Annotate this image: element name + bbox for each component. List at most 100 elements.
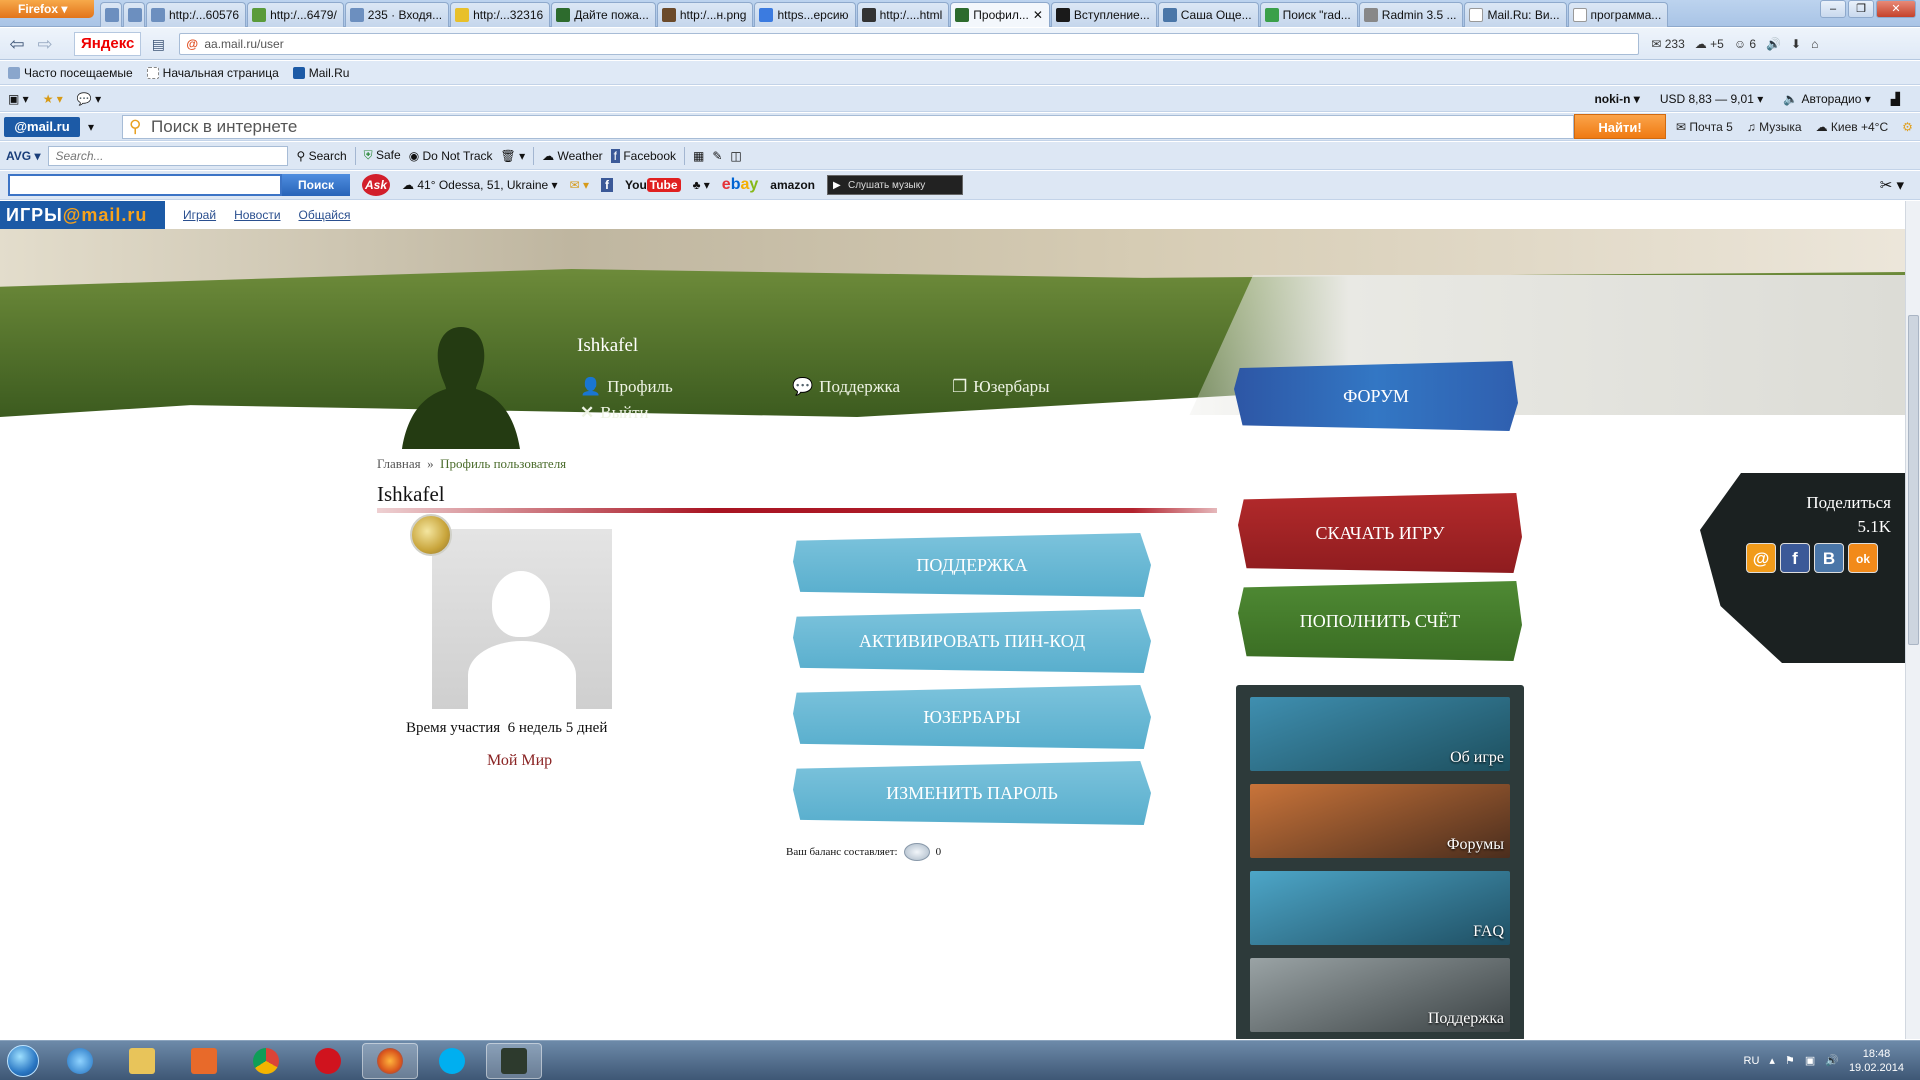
taskbar-skype[interactable] xyxy=(424,1043,480,1079)
settings-icon[interactable]: ⚙ xyxy=(1902,120,1913,134)
browser-tab[interactable]: Дайте пожа... xyxy=(551,2,656,27)
find-button[interactable]: Найти! xyxy=(1574,114,1667,139)
user-widget[interactable]: noki-n ▾ xyxy=(1594,92,1639,106)
clock[interactable]: 18:48 19.02.2014 xyxy=(1849,1047,1904,1075)
faq-card[interactable]: FAQ xyxy=(1250,871,1510,945)
url-bar[interactable]: aa.mail.ru/user xyxy=(179,32,1640,55)
browser-tab[interactable]: Вступление... xyxy=(1050,2,1157,27)
amazon-button[interactable]: amazon xyxy=(770,178,815,192)
odnoklassniki-share-icon[interactable]: ok xyxy=(1848,543,1878,573)
browser-tab[interactable] xyxy=(123,2,145,27)
mailru-menu-arrow[interactable]: ▾ xyxy=(88,120,94,134)
browser-tab[interactable]: Саша Още... xyxy=(1157,2,1259,27)
browser-tab[interactable]: Поиск "rad... xyxy=(1259,2,1358,27)
language-indicator[interactable]: RU xyxy=(1744,1055,1760,1067)
tray-arrow-icon[interactable]: ▴ xyxy=(1769,1054,1775,1067)
close-window-icon[interactable]: ✕ xyxy=(1876,0,1916,18)
avg-search-button[interactable]: ⚲ Search xyxy=(296,149,346,163)
support-card[interactable]: Поддержка xyxy=(1250,958,1510,1032)
mailru-share-icon[interactable]: @ xyxy=(1746,543,1776,573)
flag-icon[interactable]: ⚑ xyxy=(1785,1054,1795,1067)
music-player[interactable]: Слушать музыку xyxy=(826,175,963,196)
star-icon[interactable]: ★ ▾ xyxy=(43,92,63,106)
notepad-icon[interactable]: ✎ xyxy=(712,149,722,163)
back-arrow-icon[interactable]: ⇦ xyxy=(6,33,28,55)
support-button[interactable]: ПОДДЕРЖКА xyxy=(793,533,1151,597)
browser-tab[interactable]: https...ерсию xyxy=(754,2,856,27)
forums-card[interactable]: Форумы xyxy=(1250,784,1510,858)
bookmark-list-icon[interactable]: ▤ xyxy=(147,33,169,55)
games-icon[interactable]: ♣ ▾ xyxy=(693,178,710,192)
userbars-button[interactable]: ЮЗЕРБАРЫ xyxy=(793,685,1151,749)
forum-button[interactable]: ФОРУМ xyxy=(1234,361,1518,431)
browser-tab[interactable]: Mail.Ru: Ви... xyxy=(1464,2,1567,27)
profile-link[interactable]: 👤 Профиль xyxy=(580,377,673,397)
bookmark-item[interactable]: Начальная страница xyxy=(146,66,279,80)
browser-tab[interactable]: программа... xyxy=(1567,2,1669,27)
yandex-button[interactable]: Яндекс xyxy=(74,31,142,56)
breadcrumb-home[interactable]: Главная xyxy=(377,456,421,471)
start-button[interactable] xyxy=(0,1041,46,1080)
games-mailru-logo[interactable]: ИГРЫ@mail.ru xyxy=(0,201,165,229)
calculator-icon[interactable]: ▦ xyxy=(693,149,704,163)
forward-arrow-icon[interactable]: ⇨ xyxy=(34,33,56,55)
browser-tab[interactable]: Radmin 3.5 ... xyxy=(1358,2,1464,27)
mailru-logo[interactable]: @mail.ru xyxy=(4,116,80,137)
weather-widget[interactable]: ☁ Киев +4°C xyxy=(1816,120,1889,134)
tab-close-icon[interactable]: ✕ xyxy=(1033,3,1043,27)
firefox-menu-button[interactable]: Firefox ▾ xyxy=(0,0,94,18)
facebook-share-icon[interactable]: f xyxy=(1780,543,1810,573)
topup-button[interactable]: ПОПОЛНИТЬ СЧЁТ xyxy=(1238,581,1522,661)
ebay-button[interactable]: ebay xyxy=(722,176,759,194)
mail-widget[interactable]: ✉ Почта 5 xyxy=(1676,120,1733,134)
bookmark-item[interactable]: Часто посещаемые xyxy=(8,66,133,80)
taskbar-firefox[interactable] xyxy=(362,1042,418,1079)
do-not-track-button[interactable]: ◉ Do Not Track xyxy=(409,149,493,163)
taskbar-media-player[interactable] xyxy=(176,1043,232,1079)
taskbar-ie[interactable] xyxy=(52,1043,108,1079)
minimize-icon[interactable]: – xyxy=(1820,0,1846,18)
browser-tab[interactable]: http:/...60576 xyxy=(146,2,247,27)
browser-tab-active[interactable]: Профил... ✕ xyxy=(950,2,1050,27)
screenshot-icon[interactable]: ◫ xyxy=(730,149,741,163)
facebook-button[interactable]: f Facebook xyxy=(610,148,676,163)
speaker-icon[interactable]: 🔊 xyxy=(1766,37,1781,51)
weather-forecast[interactable]: ☁ 41° Odessa, 51, Ukraine ▾ xyxy=(402,178,558,192)
safe-button[interactable]: ⛨ Safe xyxy=(364,148,401,163)
change-password-button[interactable]: ИЗМЕНИТЬ ПАРОЛЬ xyxy=(793,761,1151,825)
currency-widget[interactable]: USD 8,83 — 9,01 ▾ xyxy=(1660,92,1763,106)
browser-tab[interactable] xyxy=(100,2,122,27)
internet-search-input[interactable]: Поиск в интернете xyxy=(122,114,1575,139)
browser-tab[interactable]: 235 · Входя... xyxy=(344,2,450,27)
page-scrollbar[interactable] xyxy=(1905,201,1920,1039)
taskbar-game[interactable] xyxy=(486,1042,542,1079)
email-icon[interactable]: ✉ ▾ xyxy=(570,178,589,192)
avg-search-input[interactable]: Search... xyxy=(48,145,289,166)
ask-logo[interactable]: Ask xyxy=(362,174,390,196)
browser-tab[interactable]: http:/...н.png xyxy=(656,2,754,27)
weather-indicator[interactable]: ☁ +5 xyxy=(1695,37,1724,51)
rss-icon[interactable]: ▣ ▾ xyxy=(8,92,29,106)
userbars-header-link[interactable]: ❐ Юзербары xyxy=(952,377,1050,397)
support-header-link[interactable]: 💬 Поддержка xyxy=(792,377,900,397)
activate-pin-button[interactable]: АКТИВИРОВАТЬ ПИН-КОД xyxy=(793,609,1151,673)
scrollbar-thumb[interactable] xyxy=(1908,315,1919,645)
notifications-count[interactable]: ☺ 6 xyxy=(1734,37,1756,51)
about-game-card[interactable]: Об игре xyxy=(1250,697,1510,771)
network-icon[interactable]: ▣ xyxy=(1805,1054,1815,1067)
nav-link-news[interactable]: Новости xyxy=(234,208,280,222)
vk-share-icon[interactable]: B xyxy=(1814,543,1844,573)
ask-search-button[interactable]: Поиск xyxy=(282,174,350,196)
browser-tab[interactable]: http:/....html xyxy=(856,2,950,27)
download-game-button[interactable]: СКАЧАТЬ ИГРУ xyxy=(1238,493,1522,573)
weather-button[interactable]: ☁ Weather xyxy=(542,149,602,163)
trash-icon[interactable]: 🗑 ▾ xyxy=(501,149,526,163)
nav-link-play[interactable]: Играй xyxy=(183,208,216,222)
browser-tab[interactable]: http:/...6479/ xyxy=(247,2,344,27)
taskbar-opera[interactable] xyxy=(300,1043,356,1079)
home-icon[interactable]: ⌂ xyxy=(1811,37,1818,51)
mail-count[interactable]: ✉ 233 xyxy=(1651,37,1684,51)
logout-link[interactable]: ✕ Выйти xyxy=(580,403,649,423)
ask-search-input[interactable] xyxy=(8,174,282,196)
facebook-icon[interactable]: f xyxy=(601,178,613,192)
